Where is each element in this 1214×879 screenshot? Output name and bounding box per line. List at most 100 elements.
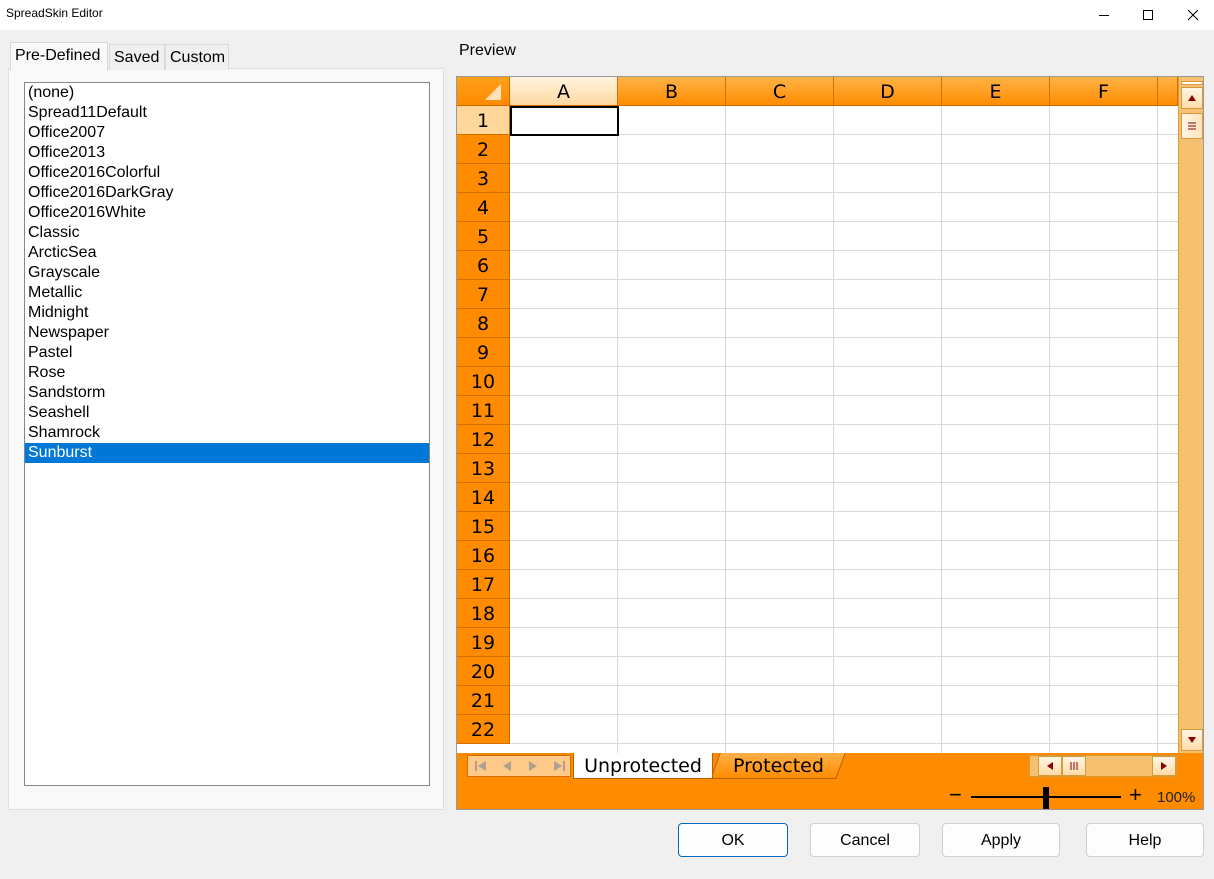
active-cell[interactable] [510, 106, 619, 136]
row-header-8[interactable]: 8 [457, 309, 510, 338]
horizontal-scroll-thumb[interactable] [1062, 756, 1086, 776]
row-header-12[interactable]: 12 [457, 425, 510, 454]
tab-custom[interactable]: Custom [165, 44, 229, 70]
skin-list-item[interactable]: Office2007 [25, 123, 429, 143]
skin-list-item[interactable]: Office2016White [25, 203, 429, 223]
cell-grid[interactable] [510, 106, 1178, 753]
ok-button[interactable]: OK [678, 823, 788, 857]
next-sheet-button[interactable] [520, 756, 546, 776]
apply-button[interactable]: Apply [942, 823, 1060, 857]
skin-list-item[interactable]: Spread11Default [25, 103, 429, 123]
spreadsheet-preview[interactable]: ABCDEF 1 2 3 4 5 6 7 8 9 10 11 12 13 14 15 16 17 18 19 20 21… [456, 76, 1204, 810]
row-header-6[interactable]: 6 [457, 251, 510, 280]
zoom-level: 100% [1157, 789, 1196, 806]
skin-list-item[interactable]: (none) [25, 83, 429, 103]
skin-list-item[interactable]: Rose [25, 363, 429, 383]
column-header-partial[interactable] [1158, 77, 1178, 106]
skin-list-item[interactable]: Sandstorm [25, 383, 429, 403]
preview-label: Preview [459, 42, 516, 59]
skin-list-item[interactable]: Office2016Colorful [25, 163, 429, 183]
row-header-14[interactable]: 14 [457, 483, 510, 512]
row-header-7[interactable]: 7 [457, 280, 510, 309]
row-header-21[interactable]: 21 [457, 686, 510, 715]
maximize-icon [1143, 10, 1153, 20]
last-arrow-icon [554, 761, 565, 771]
corner-triangle-icon [485, 84, 501, 100]
maximize-button[interactable] [1128, 0, 1168, 30]
skin-list-item[interactable]: Office2016DarkGray [25, 183, 429, 203]
row-header-18[interactable]: 18 [457, 599, 510, 628]
sheet-tab-unprotected[interactable]: Unprotected [573, 753, 713, 779]
skin-list-item[interactable]: Newspaper [25, 323, 429, 343]
first-arrow-icon [475, 761, 486, 771]
sheet-tab-protected-label: Protected [732, 755, 824, 777]
zoom-out-button[interactable]: − [949, 783, 962, 807]
horizontal-scrollbar[interactable] [1029, 755, 1177, 777]
arrow-down-icon [1188, 737, 1196, 743]
skin-list[interactable]: (none) Spread11Default Office2007 Office201… [24, 82, 430, 786]
column-header-b[interactable]: B [618, 77, 726, 106]
row-header-13[interactable]: 13 [457, 454, 510, 483]
scroll-left-button[interactable] [1038, 756, 1062, 776]
last-sheet-button[interactable] [546, 756, 572, 776]
skin-list-item[interactable]: Shamrock [25, 423, 429, 443]
title-bar: SpreadSkin Editor [0, 0, 1214, 30]
row-header-10[interactable]: 10 [457, 367, 510, 396]
row-header-1[interactable]: 1 [457, 106, 510, 135]
arrow-right-icon [1161, 762, 1167, 770]
row-header-2[interactable]: 2 [457, 135, 510, 164]
skin-list-item[interactable]: Seashell [25, 403, 429, 423]
row-header-9[interactable]: 9 [457, 338, 510, 367]
scroll-up-button[interactable] [1181, 87, 1203, 109]
row-header-16[interactable]: 16 [457, 541, 510, 570]
arrow-left-icon [1047, 762, 1053, 770]
row-header-22[interactable]: 22 [457, 715, 510, 744]
skin-list-item[interactable]: Pastel [25, 343, 429, 363]
skin-list-item[interactable]: Midnight [25, 303, 429, 323]
select-all-corner[interactable] [457, 77, 510, 106]
close-icon [1187, 9, 1199, 21]
tab-saved[interactable]: Saved [109, 44, 165, 70]
row-header-15[interactable]: 15 [457, 512, 510, 541]
row-header-20[interactable]: 20 [457, 657, 510, 686]
previous-arrow-icon [503, 761, 511, 771]
sheet-tab-protected[interactable]: Protected [710, 753, 846, 779]
close-button[interactable] [1173, 0, 1213, 30]
vertical-scroll-thumb[interactable] [1181, 113, 1203, 139]
cancel-button[interactable]: Cancel [810, 823, 920, 857]
skin-list-item[interactable]: Grayscale [25, 263, 429, 283]
row-header-5[interactable]: 5 [457, 222, 510, 251]
help-button[interactable]: Help [1086, 823, 1204, 857]
tab-pre-defined[interactable]: Pre-Defined [10, 42, 108, 71]
column-header-c[interactable]: C [726, 77, 834, 106]
first-sheet-button[interactable] [468, 756, 494, 776]
row-header-3[interactable]: 3 [457, 164, 510, 193]
vertical-scrollbar[interactable] [1178, 77, 1203, 753]
row-header-17[interactable]: 17 [457, 570, 510, 599]
zoom-in-button[interactable]: + [1129, 783, 1142, 807]
skin-list-item[interactable]: ArcticSea [25, 243, 429, 263]
column-header-d[interactable]: D [834, 77, 942, 106]
arrow-up-icon [1188, 95, 1196, 101]
skin-list-item[interactable]: Classic [25, 223, 429, 243]
sheet-nav-buttons [467, 755, 571, 777]
scroll-right-button[interactable] [1152, 756, 1176, 776]
minimize-button[interactable] [1084, 0, 1124, 30]
skin-list-item[interactable]: Metallic [25, 283, 429, 303]
column-header-f[interactable]: F [1050, 77, 1158, 106]
row-header-19[interactable]: 19 [457, 628, 510, 657]
row-header-11[interactable]: 11 [457, 396, 510, 425]
next-arrow-icon [529, 761, 537, 771]
scroll-down-button[interactable] [1181, 729, 1203, 751]
scrollbar-split-box[interactable] [1181, 81, 1203, 85]
column-header-e[interactable]: E [942, 77, 1050, 106]
zoom-bar: − + 100% [457, 781, 1203, 809]
column-header-a[interactable]: A [510, 77, 618, 106]
previous-sheet-button[interactable] [494, 756, 520, 776]
row-header-4[interactable]: 4 [457, 193, 510, 222]
skin-list-item[interactable]: Office2013 [25, 143, 429, 163]
zoom-slider-thumb[interactable] [1043, 787, 1049, 809]
skin-list-item[interactable]: Sunburst [25, 443, 429, 463]
grip-icon [1070, 762, 1078, 770]
window-title: SpreadSkin Editor [6, 6, 103, 20]
